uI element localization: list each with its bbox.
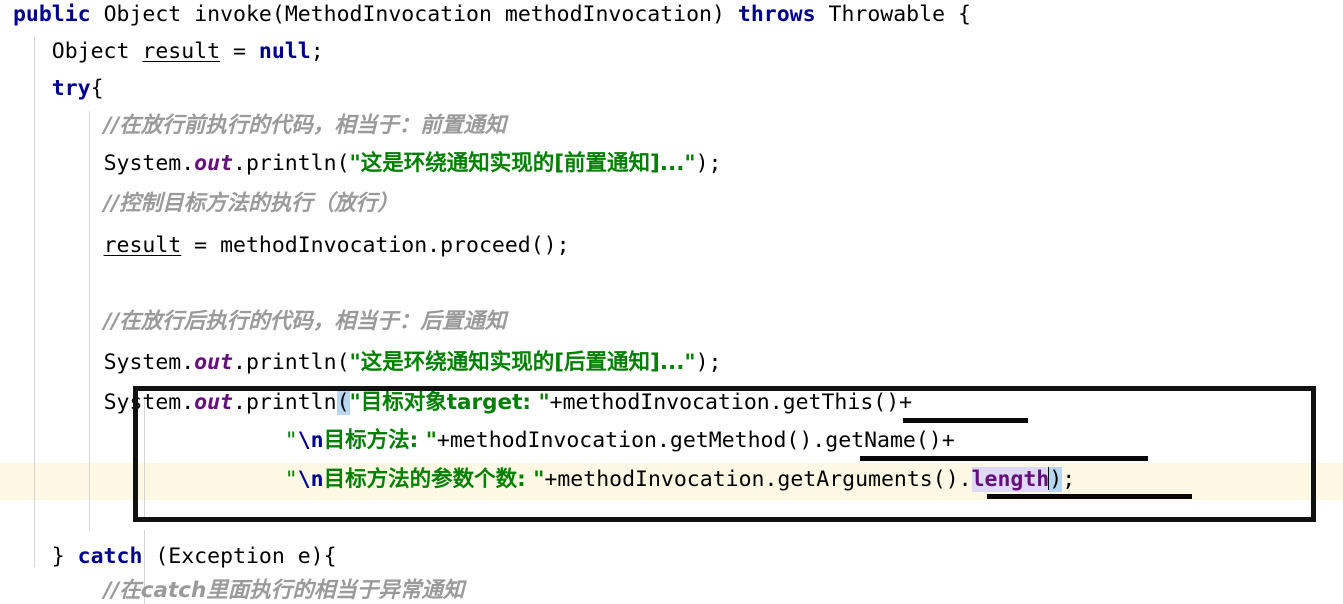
keyword-public: public — [12, 2, 91, 27]
keyword-catch: catch — [77, 544, 143, 569]
code-editor[interactable]: public Object invoke(MethodInvocation me… — [0, 0, 1343, 604]
code-line-11[interactable]: "\n目标方法: "+methodInvocation.getMethod().… — [0, 422, 1343, 459]
param-name: methodInvocation) — [504, 2, 725, 27]
method-signature: invoke( — [194, 2, 285, 27]
annotation-underline-getarguments — [987, 494, 1192, 499]
annotation-underline-getmethod-getname — [860, 456, 1148, 461]
leading-indent — [0, 2, 13, 27]
code-line-10[interactable]: System.out.println("目标对象target: "+method… — [0, 384, 1343, 421]
keyword-null: null — [258, 39, 311, 64]
string-after-advice: "这是环绕通知实现的[后置通知]..." — [349, 350, 696, 375]
code-line-14[interactable]: //在catch里面执行的相当于异常通知 — [0, 572, 1343, 604]
catch-clause: (Exception e){ — [142, 544, 337, 569]
code-line-4[interactable]: //在放行前执行的代码，相当于：前置通知 — [0, 107, 1343, 144]
variable-type: Object — [51, 39, 130, 64]
code-line-7[interactable]: result = methodInvocation.proceed(); — [0, 227, 1343, 264]
getmethod-getname-expression: +methodInvocation.getMethod().getName()+ — [436, 428, 955, 453]
code-line-13[interactable]: } catch (Exception e){ — [0, 538, 1343, 575]
comment-proceed: //控制目标方法的执行（放行） — [103, 191, 399, 216]
keyword-try: try — [51, 76, 91, 101]
escape-newline: \n — [297, 428, 324, 453]
code-line-9[interactable]: System.out.println("这是环绕通知实现的[后置通知]...")… — [0, 344, 1343, 381]
code-line-5[interactable]: System.out.println("这是环绕通知实现的[前置通知]...")… — [0, 145, 1343, 182]
field-out: out — [194, 390, 234, 415]
getthis-expression: +methodInvocation.getThis()+ — [549, 390, 913, 415]
annotation-underline-getthis — [903, 418, 1028, 423]
bracket-match-close-paren: ) — [1049, 467, 1063, 492]
proceed-call: = methodInvocation.proceed(); — [181, 233, 570, 258]
string-target-method: 目标方法: " — [323, 428, 437, 453]
getarguments-expression: +methodInvocation.getArguments(). — [544, 467, 972, 492]
code-line-3[interactable]: try{ — [0, 70, 1343, 107]
code-line-2[interactable]: Object result = null; — [0, 33, 1343, 70]
string-argument-count: 目标方法的参数个数: " — [323, 467, 545, 492]
code-line-1[interactable]: public Object invoke(MethodInvocation me… — [0, 0, 1343, 33]
string-before-advice: "这是环绕通知实现的[前置通知]..." — [349, 151, 696, 176]
field-out: out — [194, 350, 234, 375]
keyword-throws: throws — [737, 2, 816, 27]
local-variable-result: result — [142, 39, 221, 64]
field-out: out — [194, 151, 234, 176]
comment-before-advice: //在放行前执行的代码，相当于：前置通知 — [103, 113, 507, 138]
comment-exception-advice: //在catch里面执行的相当于异常通知 — [103, 578, 465, 603]
code-line-8[interactable]: //在放行后执行的代码，相当于：后置通知 — [0, 303, 1343, 340]
escape-newline: \n — [297, 467, 324, 492]
string-target-object: "目标对象target: " — [349, 390, 550, 415]
code-line-12[interactable]: "\n目标方法的参数个数: "+methodInvocation.getArgu… — [0, 461, 1343, 498]
param-type: MethodInvocation — [284, 2, 492, 27]
bracket-match-open-paren: ( — [336, 390, 350, 415]
comment-after-advice: //在放行后执行的代码，相当于：后置通知 — [103, 309, 507, 334]
code-line-6[interactable]: //控制目标方法的执行（放行） — [0, 185, 1343, 222]
selected-token-length: length — [971, 467, 1050, 492]
return-type: Object — [103, 2, 182, 27]
throws-type: Throwable — [828, 2, 946, 27]
local-variable-result-assign: result — [103, 233, 182, 258]
